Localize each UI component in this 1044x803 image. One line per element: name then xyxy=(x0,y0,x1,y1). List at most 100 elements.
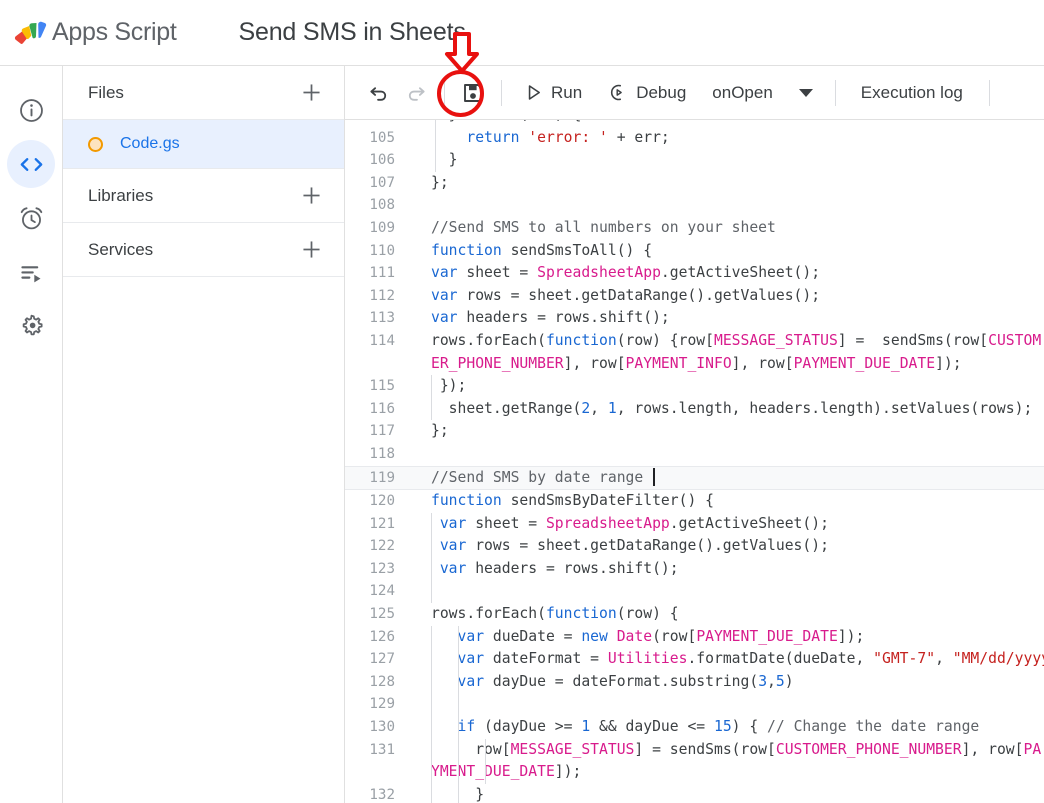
line-content: } catch (err) { xyxy=(407,120,1044,127)
execution-log-button[interactable]: Execution log xyxy=(857,83,967,103)
line-number: 107 xyxy=(345,172,407,195)
line-content: var dateFormat = Utilities.formatDate(du… xyxy=(407,648,1044,671)
line-content: //Send SMS by date range xyxy=(407,467,1044,490)
line-content: var headers = rows.shift(); xyxy=(407,558,1044,581)
sidebar-item-overview[interactable] xyxy=(7,86,55,134)
code-line: 117 }; xyxy=(345,420,1044,443)
line-content: row[MESSAGE_STATUS] = sendSms(row[CUSTOM… xyxy=(407,739,1044,784)
sidebar-item-triggers[interactable] xyxy=(7,194,55,242)
gear-icon xyxy=(18,313,45,340)
file-list: Code.gs xyxy=(63,120,344,169)
debug-button[interactable]: Debug xyxy=(602,74,692,112)
code-icon xyxy=(18,151,45,178)
line-content xyxy=(407,580,1044,603)
plus-icon xyxy=(300,81,323,104)
run-label: Run xyxy=(551,83,582,103)
line-number: 118 xyxy=(345,443,407,466)
line-number: 106 xyxy=(345,149,407,172)
line-content: } xyxy=(407,784,1044,803)
line-content: rows.forEach(function(row) {row[MESSAGE_… xyxy=(407,330,1044,375)
redo-icon xyxy=(405,81,428,104)
code-line: 125 rows.forEach(function(row) { xyxy=(345,603,1044,626)
run-button[interactable]: Run xyxy=(517,74,588,112)
line-content: function sendSmsToAll() { xyxy=(407,240,1044,263)
libraries-section-header: Libraries xyxy=(63,169,344,223)
line-number: 115 xyxy=(345,375,407,398)
sidebar-item-editor[interactable] xyxy=(7,140,55,188)
play-icon xyxy=(523,82,544,103)
plus-icon xyxy=(300,184,323,207)
line-content: }; xyxy=(407,172,1044,195)
text-cursor xyxy=(653,468,655,486)
code-line: 114 rows.forEach(function(row) {row[MESS… xyxy=(345,330,1044,375)
line-number: 126 xyxy=(345,626,407,649)
code-line: 107 }; xyxy=(345,172,1044,195)
line-number: 131 xyxy=(345,739,407,784)
line-number: 122 xyxy=(345,535,407,558)
save-button[interactable] xyxy=(454,74,492,112)
code-editor[interactable]: 104 } catch (err) { 105 return 'error: '… xyxy=(345,120,1044,803)
libraries-section-title: Libraries xyxy=(88,186,294,206)
code-line: 115 }); xyxy=(345,375,1044,398)
add-file-button[interactable] xyxy=(294,76,328,110)
code-line: 126 var dueDate = new Date(row[PAYMENT_D… xyxy=(345,626,1044,649)
line-content: var dayDue = dateFormat.substring(3,5) xyxy=(407,671,1044,694)
file-status-dot xyxy=(88,137,103,152)
function-selector[interactable]: onOpen xyxy=(708,83,777,103)
list-item[interactable]: Code.gs xyxy=(63,120,344,168)
add-library-button[interactable] xyxy=(294,179,328,213)
code-line: 113 var headers = rows.shift(); xyxy=(345,307,1044,330)
line-content: rows.forEach(function(row) { xyxy=(407,603,1044,626)
code-line: 121 var sheet = SpreadsheetApp.getActive… xyxy=(345,513,1044,536)
line-content: var headers = rows.shift(); xyxy=(407,307,1044,330)
line-content: //Send SMS to all numbers on your sheet xyxy=(407,217,1044,240)
chevron-down-icon[interactable] xyxy=(799,89,813,97)
line-content: if (dayDue >= 1 && dayDue <= 15) { // Ch… xyxy=(407,716,1044,739)
debug-icon xyxy=(608,82,629,103)
line-number: 109 xyxy=(345,217,407,240)
line-number: 117 xyxy=(345,420,407,443)
files-section-header: Files xyxy=(63,66,344,120)
page-title: Send SMS in Sheets xyxy=(239,18,466,47)
line-number: 111 xyxy=(345,262,407,285)
line-number: 119 xyxy=(345,467,407,490)
sidebar-item-project-settings[interactable] xyxy=(7,302,55,350)
line-number: 105 xyxy=(345,127,407,150)
redo-button[interactable] xyxy=(397,74,435,112)
code-line: 123 var headers = rows.shift(); xyxy=(345,558,1044,581)
apps-script-logo[interactable] xyxy=(0,0,52,66)
line-content xyxy=(407,194,1044,217)
line-content: }; xyxy=(407,420,1044,443)
toolbar-divider xyxy=(989,80,990,106)
code-line: 130 if (dayDue >= 1 && dayDue <= 15) { /… xyxy=(345,716,1044,739)
code-line: 131 row[MESSAGE_STATUS] = sendSms(row[CU… xyxy=(345,739,1044,784)
line-number: 114 xyxy=(345,330,407,375)
add-service-button[interactable] xyxy=(294,233,328,267)
code-line: 120 function sendSmsByDateFilter() { xyxy=(345,490,1044,513)
code-line: 108 xyxy=(345,194,1044,217)
line-content: var rows = sheet.getDataRange().getValue… xyxy=(407,535,1044,558)
code-line: 112 var rows = sheet.getDataRange().getV… xyxy=(345,285,1044,308)
code-line: 128 var dayDue = dateFormat.substring(3,… xyxy=(345,671,1044,694)
code-line: 129 xyxy=(345,693,1044,716)
line-content xyxy=(407,693,1044,716)
code-line: 109 //Send SMS to all numbers on your sh… xyxy=(345,217,1044,240)
line-content: sheet.getRange(2, 1, rows.length, header… xyxy=(407,398,1044,421)
code-lines: 104 } catch (err) { 105 return 'error: '… xyxy=(345,120,1044,803)
line-number: 124 xyxy=(345,580,407,603)
info-icon xyxy=(18,97,45,124)
line-number: 127 xyxy=(345,648,407,671)
line-content: var sheet = SpreadsheetApp.getActiveShee… xyxy=(407,262,1044,285)
sidebar-item-executions[interactable] xyxy=(7,248,55,296)
code-line: 105 return 'error: ' + err; xyxy=(345,127,1044,150)
line-content: function sendSmsByDateFilter() { xyxy=(407,490,1044,513)
editor-toolbar: Run Debug onOpen Execution log xyxy=(345,66,1044,120)
toolbar-divider xyxy=(835,80,836,106)
code-line: 127 var dateFormat = Utilities.formatDat… xyxy=(345,648,1044,671)
toolbar-divider xyxy=(444,80,445,106)
code-line: 104 } catch (err) { xyxy=(345,120,1044,127)
line-content: var rows = sheet.getDataRange().getValue… xyxy=(407,285,1044,308)
code-line: 106 } xyxy=(345,149,1044,172)
line-number: 121 xyxy=(345,513,407,536)
undo-button[interactable] xyxy=(359,74,397,112)
